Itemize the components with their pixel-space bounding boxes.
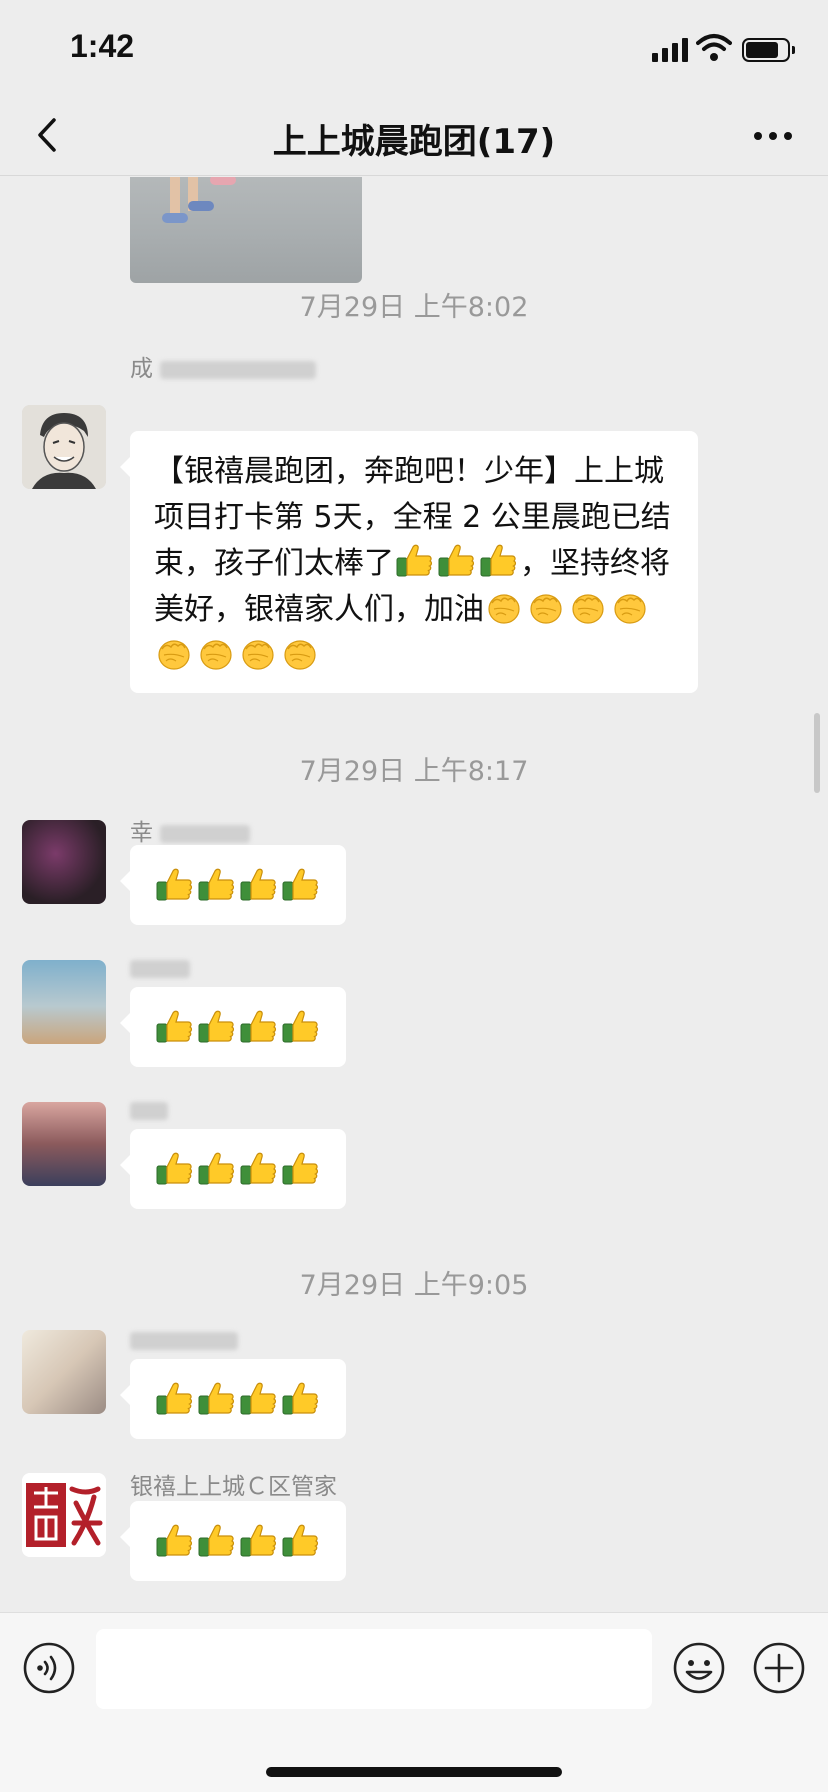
fist-icon: [610, 587, 650, 627]
fist-icon: [196, 633, 236, 673]
fist-icon: [154, 633, 194, 673]
fist-icon: [484, 587, 524, 627]
thumbs-up-icon: [280, 1149, 320, 1189]
message-list[interactable]: 7月29日 上午8:02 成 【银禧晨跑团，奔跑吧！少年】上上城项目打卡第 5天…: [0, 177, 828, 1611]
message-emoji: [130, 1129, 346, 1209]
wifi-icon: [696, 34, 732, 61]
message-emoji: [130, 1501, 346, 1581]
cellular-signal-icon: [652, 38, 688, 62]
home-indicator[interactable]: [266, 1767, 562, 1777]
thumbs-up-icon: [238, 1521, 278, 1561]
thumbs-up-icon: [196, 1521, 236, 1561]
message-bubble[interactable]: [120, 987, 346, 1067]
thumbs-up-icon: [238, 865, 278, 905]
thumbs-up-icon: [280, 1379, 320, 1419]
message-bubble[interactable]: [120, 1501, 346, 1581]
timestamp: 7月29日 上午9:05: [299, 1270, 529, 1301]
avatar[interactable]: [22, 1473, 106, 1557]
thumbs-up-icon: [280, 1521, 320, 1561]
sender-name: [130, 1097, 168, 1123]
avatar[interactable]: [22, 405, 106, 489]
thumbs-up-icon: [238, 1379, 278, 1419]
battery-icon: [742, 38, 795, 62]
thumbs-up-icon: [196, 865, 236, 905]
message-emoji: [130, 987, 346, 1067]
avatar[interactable]: [22, 960, 106, 1044]
message-bubble[interactable]: [120, 1359, 346, 1439]
fist-icon: [238, 633, 278, 673]
thumbs-up-icon: [154, 1379, 194, 1419]
emoji-icon[interactable]: [672, 1641, 726, 1695]
thumbs-up-icon: [478, 541, 518, 581]
plus-icon[interactable]: [752, 1641, 806, 1695]
thumbs-up-icon: [154, 1149, 194, 1189]
input-bar: [0, 1612, 828, 1792]
thumbs-up-icon: [154, 1007, 194, 1047]
chat-title: 上上城晨跑团(17): [272, 122, 556, 162]
sender-name: 幸: [130, 813, 251, 847]
thumbs-up-icon: [196, 1149, 236, 1189]
thumbs-up-icon: [394, 541, 434, 581]
thumbs-up-icon: [436, 541, 476, 581]
sender-name: 银禧上上城Ｃ区管家: [130, 1474, 337, 1500]
fist-icon: [568, 587, 608, 627]
thumbs-up-icon: [280, 1007, 320, 1047]
chat-header: 上上城晨跑团(17): [0, 96, 828, 176]
thumbs-up-icon: [154, 865, 194, 905]
message-emoji: [130, 1359, 346, 1439]
avatar[interactable]: [22, 1330, 106, 1414]
avatar[interactable]: [22, 1102, 106, 1186]
more-icon[interactable]: [748, 118, 798, 154]
message-text: 【银禧晨跑团，奔跑吧！少年】上上城项目打卡第 5天，全程 2 公里晨跑已结束，孩…: [130, 431, 698, 695]
seal-logo-icon: [22, 1473, 106, 1557]
sender-name: [130, 1327, 238, 1353]
thumbs-up-icon: [154, 1521, 194, 1561]
thumbs-up-icon: [196, 1007, 236, 1047]
message-bubble[interactable]: [120, 1129, 346, 1209]
status-time: 1:42: [70, 28, 135, 64]
message-emoji: [130, 845, 346, 925]
sender-name: 成: [130, 349, 317, 383]
message-bubble[interactable]: 【银禧晨跑团，奔跑吧！少年】上上城项目打卡第 5天，全程 2 公里晨跑已结束，孩…: [120, 431, 698, 695]
voice-icon[interactable]: [22, 1641, 76, 1695]
sender-name: [130, 955, 190, 981]
thumbs-up-icon: [196, 1379, 236, 1419]
timestamp: 7月29日 上午8:02: [299, 292, 529, 323]
timestamp: 7月29日 上午8:17: [299, 756, 529, 787]
status-bar: 1:42: [0, 0, 828, 96]
thumbs-up-icon: [280, 865, 320, 905]
fist-icon: [280, 633, 320, 673]
thumbs-up-icon: [238, 1007, 278, 1047]
thumbs-up-icon: [238, 1149, 278, 1189]
fist-icon: [526, 587, 566, 627]
image-message[interactable]: [130, 177, 362, 283]
message-bubble[interactable]: [120, 845, 346, 925]
message-input[interactable]: [96, 1629, 652, 1709]
avatar[interactable]: [22, 820, 106, 904]
